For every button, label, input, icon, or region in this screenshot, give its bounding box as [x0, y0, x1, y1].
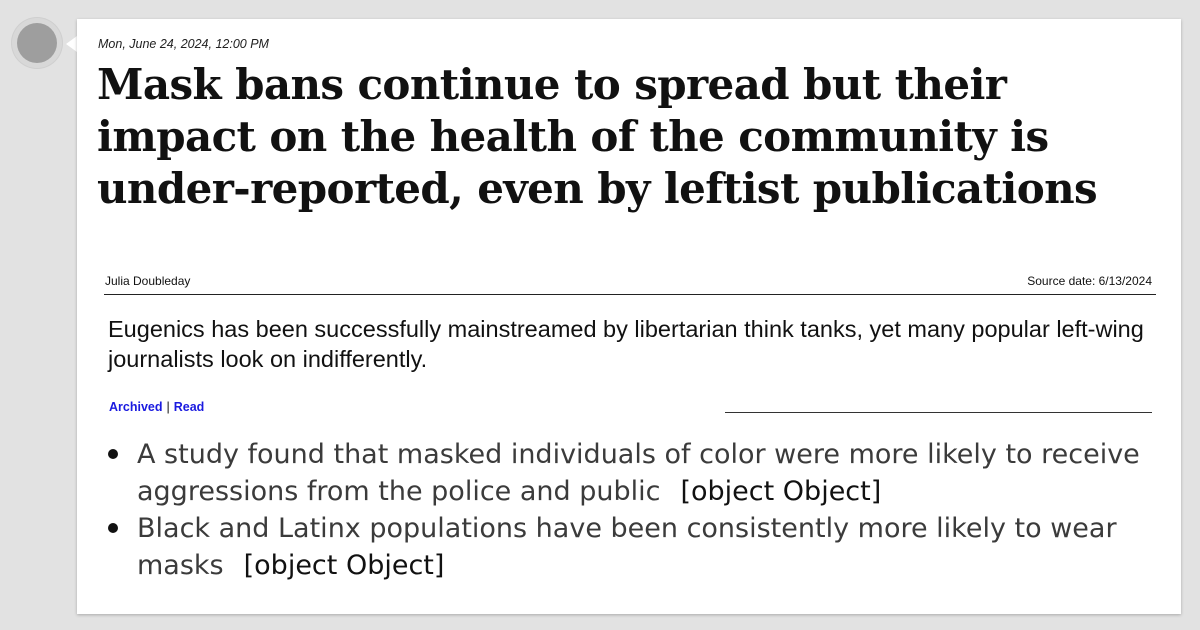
key-points-list: A study found that masked individuals of…	[105, 436, 1165, 584]
links-divider	[725, 412, 1152, 413]
post-timestamp: Mon, June 24, 2024, 12:00 PM	[98, 37, 269, 51]
bullet-icon	[108, 523, 118, 533]
post-summary: Eugenics has been successfully mainstrea…	[108, 316, 1144, 372]
author-name: Julia Doubleday	[105, 274, 191, 288]
post-headline: Mask bans continue to spread but their i…	[97, 60, 1098, 213]
source-date: Source date: 6/13/2024	[1027, 274, 1152, 288]
post-card: Mon, June 24, 2024, 12:00 PM Mask bans c…	[77, 19, 1181, 614]
meta-divider	[104, 294, 1156, 295]
key-point-reference: [object Object]	[680, 476, 882, 507]
key-point-text: A study found that masked individuals of…	[137, 439, 1140, 507]
key-point: Black and Latinx populations have been c…	[105, 510, 1165, 584]
post-links: Archived | Read	[109, 400, 204, 414]
bullet-icon	[108, 449, 118, 459]
post-meta: Julia Doubleday Source date: 6/13/2024	[105, 274, 1152, 288]
avatar-frame[interactable]	[12, 18, 62, 68]
key-point-reference: [object Object]	[243, 550, 445, 581]
read-link[interactable]: Read	[174, 400, 205, 414]
link-separator: |	[166, 400, 170, 414]
page: Mon, June 24, 2024, 12:00 PM Mask bans c…	[0, 0, 1200, 630]
archived-link[interactable]: Archived	[109, 400, 163, 414]
avatar[interactable]	[17, 23, 57, 63]
key-point: A study found that masked individuals of…	[105, 436, 1165, 510]
card-pointer	[66, 36, 77, 52]
